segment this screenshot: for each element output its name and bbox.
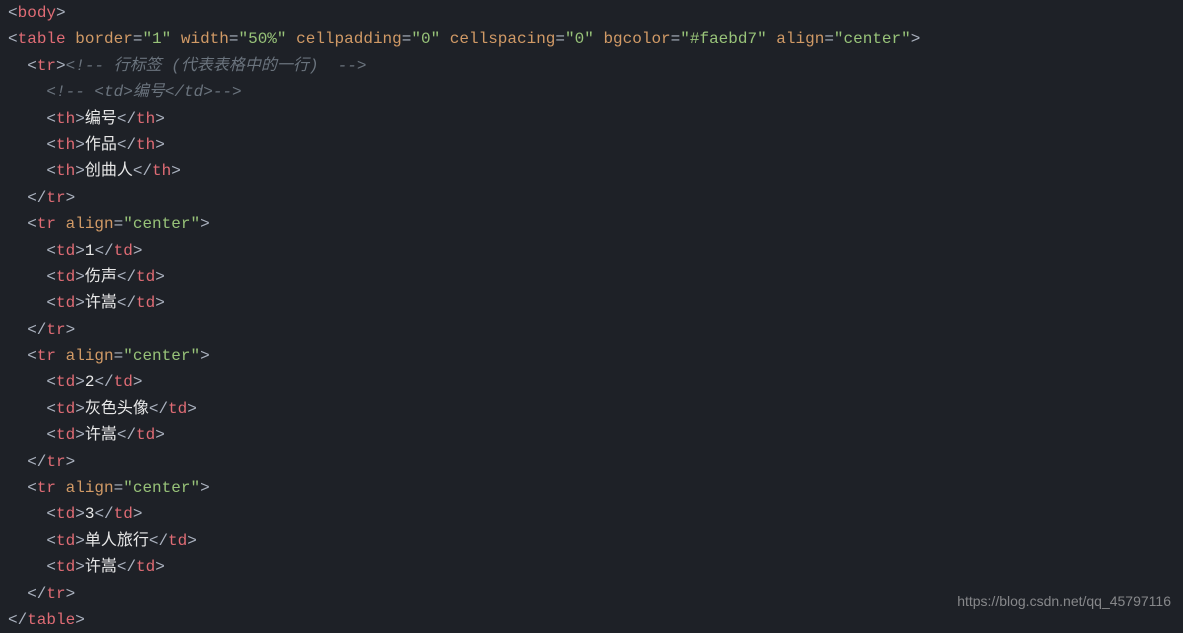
code-block: <body> <table border="1" width="50%" cel… (0, 0, 1183, 633)
watermark-text: https://blog.csdn.net/qq_45797116 (957, 590, 1171, 613)
